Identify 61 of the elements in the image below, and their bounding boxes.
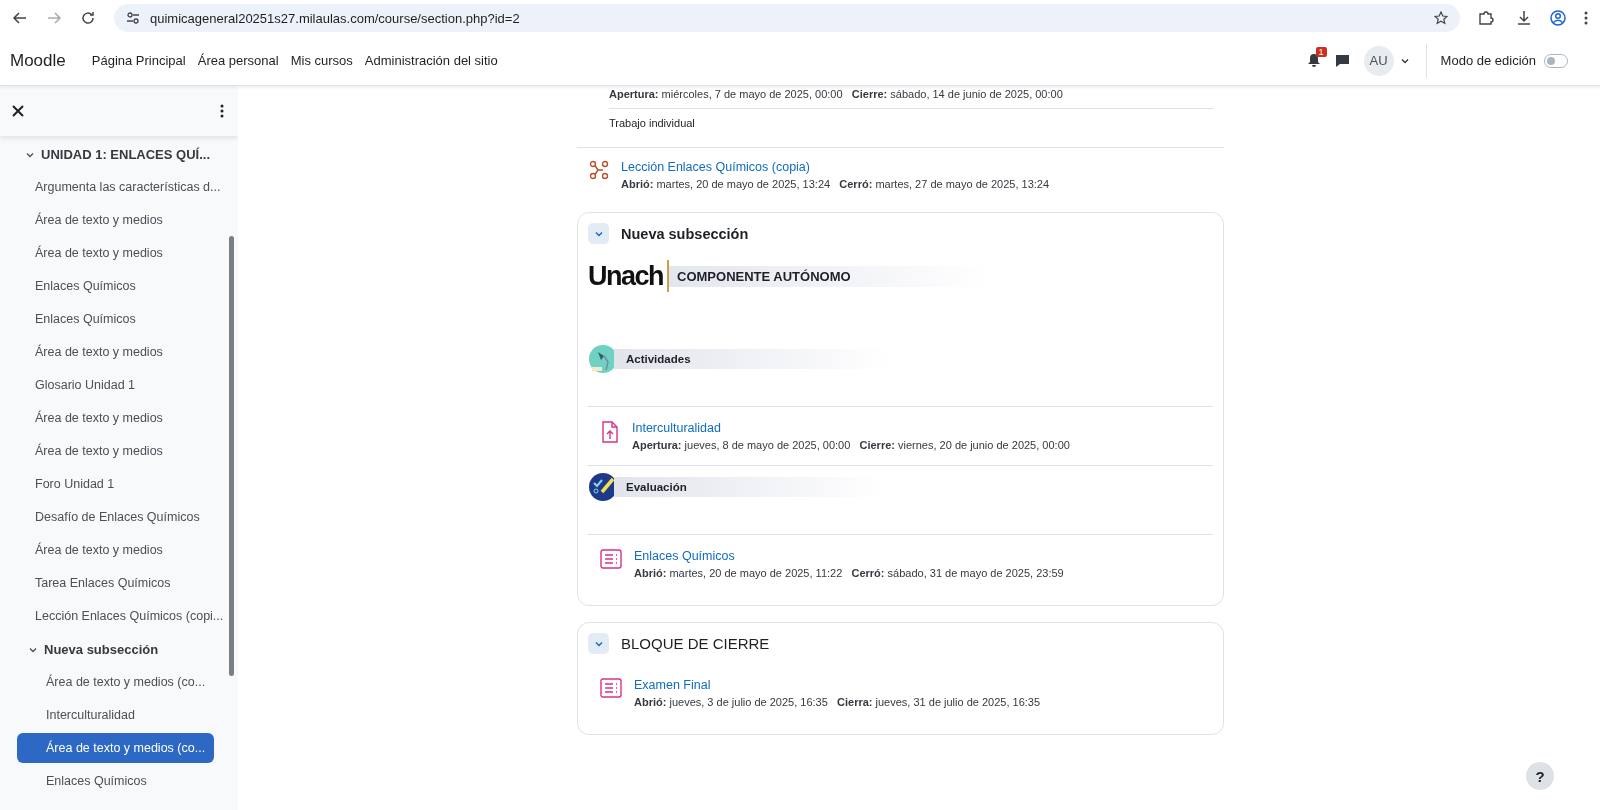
- edit-mode-switch[interactable]: [1544, 53, 1568, 68]
- activity-link[interactable]: Enlaces Químicos: [634, 549, 1064, 563]
- close-button[interactable]: [12, 105, 24, 117]
- drawer-item[interactable]: Desafío de Enlaces Químicos: [17, 502, 238, 532]
- drawer-item[interactable]: Lección Enlaces Químicos (copi...: [17, 601, 238, 631]
- drawer-item[interactable]: Argumenta las características d...: [17, 172, 238, 202]
- nodes-icon: [589, 160, 609, 180]
- drawer-item[interactable]: Enlaces Químicos: [17, 766, 238, 796]
- activity-link[interactable]: Interculturalidad: [632, 421, 1070, 435]
- site-brand[interactable]: Moodle: [10, 50, 66, 71]
- activity-dates: Abrió: martes, 20 de mayo de 2025, 11:22 Cerró: sábado, 31 de mayo de 2025, 23:59: [634, 567, 1064, 579]
- section-link[interactable]: Nueva subsección: [44, 642, 159, 657]
- drawer-item[interactable]: Área de texto y medios: [17, 205, 238, 235]
- back-icon[interactable]: [12, 10, 28, 26]
- nav-link[interactable]: Área personal: [197, 53, 279, 68]
- nav-link[interactable]: Página Principal: [91, 53, 186, 68]
- drawer-item[interactable]: Área de texto y medios (co...: [17, 667, 238, 697]
- site-settings-icon[interactable]: [126, 11, 140, 25]
- collapse-button[interactable]: [588, 633, 609, 654]
- kebab-menu-button[interactable]: [220, 104, 224, 118]
- kebab-menu-icon[interactable]: [1584, 10, 1588, 26]
- section-title: BLOQUE DE CIERRE: [621, 635, 770, 652]
- user-avatar[interactable]: AU: [1363, 45, 1394, 76]
- activity-dates: Abrió: jueves, 3 de julio de 2025, 16:35 Cierra: jueves, 31 de julio de 2025, 16:35: [634, 696, 1041, 708]
- file-upload-icon: [600, 421, 620, 443]
- drawer-item[interactable]: Enlaces Químicos: [17, 304, 238, 334]
- drawer-item[interactable]: Enlaces Químicos: [17, 271, 238, 301]
- star-icon[interactable]: [1434, 11, 1448, 25]
- drawer-item[interactable]: Área de texto y medios: [17, 436, 238, 466]
- download-icon[interactable]: [1516, 10, 1532, 26]
- drawer-item[interactable]: Tarea Enlaces Químicos: [17, 568, 238, 598]
- drawer-item[interactable]: Área de texto y medios: [17, 337, 238, 367]
- drawer-item[interactable]: Área de texto y medios: [17, 238, 238, 268]
- help-button[interactable]: ?: [1526, 762, 1554, 790]
- edit-mode-label: Modo de edición: [1440, 53, 1536, 68]
- reload-icon[interactable]: [80, 10, 96, 26]
- scrollbar-thumb[interactable]: [229, 236, 234, 676]
- activity-dates: Apertura: miércoles, 7 de mayo de 2025, 00:00 Cierre: sábado, 14 de junio de 2025, 00:00: [609, 88, 1064, 100]
- activity-link[interactable]: Lección Enlaces Químicos (copia): [621, 160, 1050, 174]
- puzzle-icon[interactable]: [1478, 10, 1494, 26]
- address-bar[interactable]: quimicageneral20251s27.milaulas.com/course/section.php?id=2: [114, 4, 1460, 32]
- bell-icon[interactable]: [1306, 53, 1321, 68]
- chat-bubble-icon[interactable]: [1334, 53, 1350, 68]
- notification-badge: 1: [1315, 47, 1327, 57]
- nav-link[interactable]: Administración del sitio: [364, 53, 498, 68]
- nav-link[interactable]: Mis cursos: [290, 53, 353, 68]
- drawer-item[interactable]: Glosario Unidad 1: [17, 370, 238, 400]
- checklist-icon: [600, 678, 622, 698]
- checklist-icon: [600, 549, 622, 569]
- drawer-item[interactable]: Interculturalidad: [17, 700, 238, 730]
- section-link[interactable]: UNIDAD 1: ENLACES QUÍ...: [41, 147, 210, 162]
- section-title: Nueva subsección: [621, 225, 749, 242]
- drawer-item[interactable]: Foro Unidad 1: [17, 469, 238, 499]
- drawer-item[interactable]: Área de texto y medios: [17, 403, 238, 433]
- activity-link[interactable]: Examen Final: [634, 678, 1041, 692]
- drawer-item[interactable]: Área de texto y medios: [17, 535, 238, 565]
- drawer-item[interactable]: Área de texto y medios (co...: [17, 733, 214, 763]
- activity-dates: Abrió: martes, 20 de mayo de 2025, 13:24 Cerró: martes, 27 de mayo de 2025, 13:24: [621, 178, 1050, 190]
- profile-icon[interactable]: [1550, 10, 1566, 26]
- activity-dates: Apertura: jueves, 8 de mayo de 2025, 00:00 Cierre: viernes, 20 de junio de 2025, 00:00: [632, 439, 1070, 451]
- collapse-button[interactable]: [588, 223, 609, 244]
